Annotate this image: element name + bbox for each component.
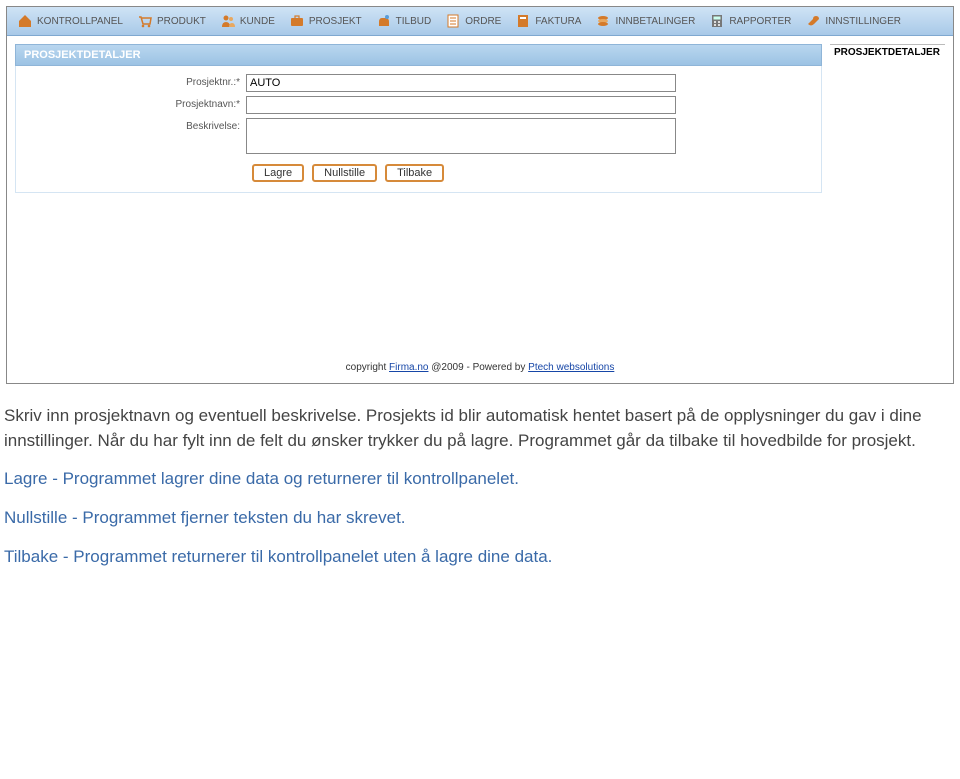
help-p4: Tilbake - Programmet returnerer til kont… — [4, 545, 960, 570]
footer-firma-link[interactable]: Firma.no — [389, 362, 428, 373]
nullstille-button[interactable]: Nullstille — [312, 164, 377, 182]
right-panel: PROSJEKTDETALJER — [830, 44, 945, 348]
nav-tilbud[interactable]: TILBUD — [376, 13, 432, 29]
form-body: Prosjektnr.:* Prosjektnavn:* Beskrivelse… — [15, 66, 822, 193]
nav-label: INNSTILLINGER — [825, 16, 901, 27]
nav-rapporter[interactable]: RAPPORTER — [709, 13, 791, 29]
cart-icon — [137, 13, 153, 29]
nav-produkt[interactable]: PRODUKT — [137, 13, 206, 29]
calc-icon — [709, 13, 725, 29]
footer-powered: Powered by — [473, 362, 529, 373]
nav-label: KUNDE — [240, 16, 275, 27]
row-prosjektnavn: Prosjektnavn:* — [26, 96, 811, 114]
lagre-button[interactable]: Lagre — [252, 164, 304, 182]
nav-label: PROSJEKT — [309, 16, 362, 27]
nav-ordre[interactable]: ORDRE — [445, 13, 501, 29]
help-text: Skriv inn prosjektnavn og eventuell besk… — [0, 390, 960, 569]
nav-innstillinger[interactable]: INNSTILLINGER — [805, 13, 901, 29]
nav-label: TILBUD — [396, 16, 432, 27]
nav-label: KONTROLLPANEL — [37, 16, 123, 27]
label-prosjektnavn: Prosjektnavn:* — [26, 96, 246, 110]
help-p2: Lagre - Programmet lagrer dine data og r… — [4, 467, 960, 492]
footer: copyright Firma.no @2009 - Powered by Pt… — [7, 356, 953, 383]
app-frame: KONTROLLPANEL PRODUKT KUNDE PROSJEKT TIL… — [6, 6, 954, 384]
help-p3: Nullstille - Programmet fjerner teksten … — [4, 506, 960, 531]
help-p1: Skriv inn prosjektnavn og eventuell besk… — [4, 404, 960, 453]
nav-kunde[interactable]: KUNDE — [220, 13, 275, 29]
nav-label: RAPPORTER — [729, 16, 791, 27]
label-prosjektnr: Prosjektnr.:* — [26, 74, 246, 88]
nav-faktura[interactable]: FAKTURA — [515, 13, 581, 29]
button-row: Lagre Nullstille Tilbake — [26, 158, 811, 188]
nav-label: FAKTURA — [535, 16, 581, 27]
home-icon — [17, 13, 33, 29]
footer-copy: copyright — [346, 362, 389, 373]
label-beskrivelse: Beskrivelse: — [26, 118, 246, 132]
hand-icon — [376, 13, 392, 29]
people-icon — [220, 13, 236, 29]
briefcase-icon — [289, 13, 305, 29]
content-area: PROSJEKTDETALJER Prosjektnr.:* Prosjektn… — [7, 36, 953, 356]
nav-label: PRODUKT — [157, 16, 206, 27]
stack-icon — [595, 13, 611, 29]
row-beskrivelse: Beskrivelse: — [26, 118, 811, 154]
footer-sep: - — [464, 362, 473, 373]
nav-kontrollpanel[interactable]: KONTROLLPANEL — [17, 13, 123, 29]
side-panel-header: PROSJEKTDETALJER — [830, 45, 945, 60]
doc-icon — [515, 13, 531, 29]
input-prosjektnavn[interactable] — [246, 96, 676, 114]
nav-label: INNBETALINGER — [615, 16, 695, 27]
nav-innbetalinger[interactable]: INNBETALINGER — [595, 13, 695, 29]
tilbake-button[interactable]: Tilbake — [385, 164, 444, 182]
nav-prosjekt[interactable]: PROSJEKT — [289, 13, 362, 29]
textarea-beskrivelse[interactable] — [246, 118, 676, 154]
panel-header: PROSJEKTDETALJER — [15, 44, 822, 66]
row-prosjektnr: Prosjektnr.:* — [26, 74, 811, 92]
footer-at: @2009 — [428, 362, 463, 373]
nav-label: ORDRE — [465, 16, 501, 27]
wrench-icon — [805, 13, 821, 29]
list-icon — [445, 13, 461, 29]
footer-ptech-link[interactable]: Ptech websolutions — [528, 362, 614, 373]
left-panel: PROSJEKTDETALJER Prosjektnr.:* Prosjektn… — [15, 44, 822, 348]
top-nav: KONTROLLPANEL PRODUKT KUNDE PROSJEKT TIL… — [7, 7, 953, 36]
input-prosjektnr[interactable] — [246, 74, 676, 92]
